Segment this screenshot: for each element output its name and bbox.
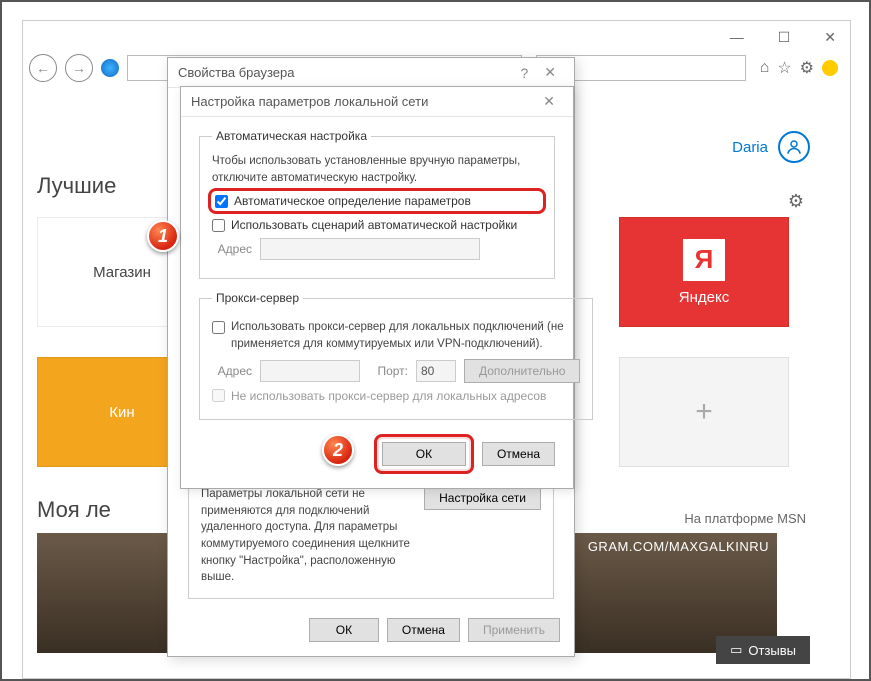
smiley-icon[interactable] (822, 60, 838, 76)
auto-config-legend: Автоматическая настройка (212, 129, 371, 143)
proxy-port-input (416, 360, 456, 382)
proxy-advanced-button: Дополнительно (464, 359, 580, 383)
dialog2-cancel-button[interactable]: Отмена (482, 442, 555, 466)
lan-settings-dialog: Настройка параметров локальной сети ✕ Ав… (180, 86, 574, 489)
auto-script-row: Использовать сценарий автоматической нас… (212, 218, 542, 232)
proxy-address-input (260, 360, 360, 382)
ok-highlight: ОК (374, 434, 474, 474)
feed-tile-3[interactable]: GRAM.COM/MAXGALKINRU (545, 533, 777, 653)
lan-settings-button[interactable]: Настройка сети (424, 486, 541, 510)
proxy-use-checkbox[interactable] (212, 321, 225, 334)
tile-add[interactable]: + (619, 357, 789, 467)
window-close-button[interactable]: ✕ (814, 25, 846, 50)
lan-settings-text: Параметры локальной сети не применяются … (201, 486, 414, 586)
step-badge-2: 2 (322, 434, 354, 466)
proxy-use-row: Использовать прокси-сервер для локальных… (212, 319, 580, 352)
dialog1-ok-button[interactable]: ОК (309, 618, 379, 642)
favorites-icon[interactable]: ☆ (777, 58, 791, 78)
dialog2-close-button[interactable]: ✕ (535, 93, 563, 110)
proxy-address-row: Адрес Порт: Дополнительно (212, 359, 580, 383)
forward-button[interactable]: → (65, 54, 93, 82)
proxy-port-label: Порт: (368, 364, 408, 378)
ie-icon (101, 59, 119, 77)
chat-icon: ▭ (730, 642, 742, 658)
dialog1-button-row: ОК Отмена Применить (309, 618, 560, 642)
reviews-button[interactable]: ▭ Отзывы (716, 636, 810, 664)
proxy-bypass-row: Не использовать прокси-сервер для локаль… (212, 389, 580, 403)
dialog2-titlebar: Настройка параметров локальной сети ✕ (181, 87, 573, 117)
dialog2-ok-button[interactable]: ОК (382, 442, 466, 466)
auto-config-text: Чтобы использовать установленные вручную… (212, 153, 542, 186)
user-name: Daria (732, 139, 768, 156)
dialog2-title: Настройка параметров локальной сети (191, 94, 428, 109)
msn-platform-label: На платформе MSN (684, 511, 806, 526)
dialog1-title: Свойства браузера (178, 65, 294, 80)
minimize-button[interactable]: — (720, 25, 754, 49)
proxy-bypass-label: Не использовать прокси-сервер для локаль… (231, 389, 546, 403)
proxy-address-label: Адрес (212, 364, 252, 378)
avatar-icon (778, 131, 810, 163)
feed-overlay-text: GRAM.COM/MAXGALKINRU (553, 539, 769, 554)
home-icon[interactable]: ⌂ (760, 59, 770, 77)
script-address-label: Адрес (212, 242, 252, 256)
toolbar-right-icons: ⌂ ☆ ⚙ (754, 58, 844, 78)
script-address-row: Адрес (212, 238, 542, 260)
dialog1-close-button[interactable]: ✕ (536, 64, 564, 81)
auto-detect-checkbox[interactable] (215, 195, 228, 208)
proxy-fieldset: Прокси-сервер Использовать прокси-сервер… (199, 291, 593, 419)
step-badge-1: 1 (147, 220, 179, 252)
dialog2-button-row: ОК Отмена (199, 434, 555, 474)
settings-icon[interactable]: ⚙ (800, 58, 814, 78)
maximize-button[interactable]: ☐ (768, 25, 801, 50)
proxy-legend: Прокси-сервер (212, 291, 303, 305)
back-button[interactable]: ← (29, 54, 57, 82)
user-badge[interactable]: Daria (732, 131, 810, 163)
auto-config-fieldset: Автоматическая настройка Чтобы использов… (199, 129, 555, 279)
window-titlebar: — ☐ ✕ (23, 21, 850, 53)
auto-detect-label: Автоматическое определение параметров (234, 194, 471, 208)
dialog1-apply-button[interactable]: Применить (468, 618, 560, 642)
dialog1-help-button[interactable]: ? (512, 65, 536, 81)
yandex-logo-icon: Я (683, 239, 725, 281)
dialog1-cancel-button[interactable]: Отмена (387, 618, 460, 642)
proxy-bypass-checkbox (212, 389, 225, 402)
script-address-input (260, 238, 480, 260)
tile-yandex[interactable]: Я Яндекс (619, 217, 789, 327)
proxy-use-label: Использовать прокси-сервер для локальных… (231, 319, 580, 352)
tiles-settings-icon[interactable]: ⚙ (788, 191, 804, 212)
auto-script-checkbox[interactable] (212, 219, 225, 232)
auto-detect-highlight: Автоматическое определение параметров (208, 188, 546, 214)
auto-script-label: Использовать сценарий автоматической нас… (231, 218, 517, 232)
dialog1-titlebar: Свойства браузера ? ✕ (168, 58, 574, 88)
